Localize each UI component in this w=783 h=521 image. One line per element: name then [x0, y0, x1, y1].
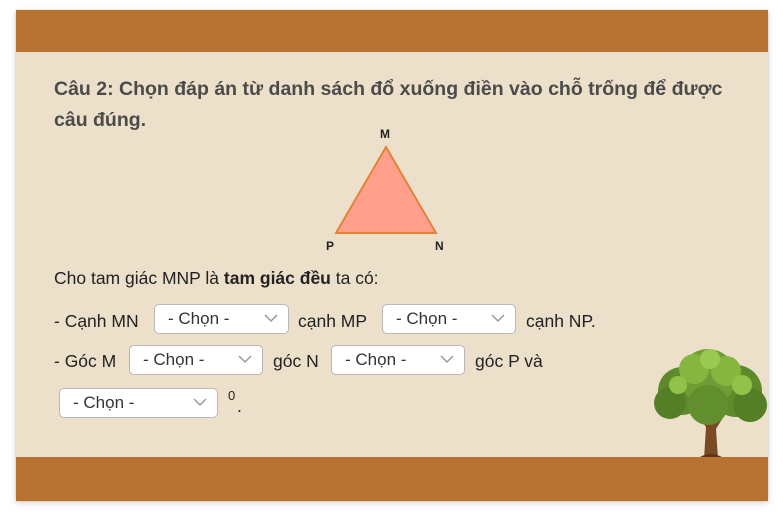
line2-label-p: góc P và: [475, 351, 543, 371]
chevron-down-icon: [193, 398, 207, 407]
statement-suffix: ta có:: [330, 268, 379, 288]
dropdown-value: - Chọn -: [168, 309, 230, 328]
dropdown-angle-value[interactable]: - Chọn -: [59, 388, 218, 418]
line2-label-m: - Góc M: [54, 351, 117, 371]
quiz-card: Câu 2: Chọn đáp án từ danh sách đổ xuống…: [16, 10, 768, 501]
chevron-down-icon: [264, 314, 278, 323]
line1-label-np: cạnh NP.: [526, 311, 596, 331]
dropdown-value: - Chọn -: [345, 350, 407, 369]
triangle-shape: [334, 145, 438, 234]
dropdown-mp-np[interactable]: - Chọn -: [382, 304, 516, 334]
bottom-banner: [16, 457, 768, 501]
line3-period: .: [237, 396, 242, 416]
vertex-label-p: P: [326, 239, 335, 253]
line1-label-mp: cạnh MP: [298, 311, 368, 331]
triangle-figure: M P N: [316, 125, 466, 255]
chevron-down-icon: [491, 314, 505, 323]
dropdown-value: - Chọn -: [143, 350, 205, 369]
tree-icon: [654, 349, 767, 459]
line2-label-n: góc N: [273, 351, 319, 371]
chevron-down-icon: [238, 355, 252, 364]
vertex-label-m: M: [380, 127, 390, 141]
dropdown-mn-mp[interactable]: - Chọn -: [154, 304, 289, 334]
vertex-label-n: N: [435, 239, 444, 253]
statement-bold: tam giác đều: [223, 268, 331, 288]
dropdown-angle-m-n[interactable]: - Chọn -: [129, 345, 263, 375]
top-banner: [16, 10, 768, 52]
dropdown-value: - Chọn -: [396, 309, 458, 328]
dropdown-value: - Chọn -: [73, 393, 135, 412]
line1-label-mn: - Cạnh MN: [54, 311, 139, 331]
statement-prefix: Cho tam giác MNP là: [54, 268, 224, 288]
statement-line: Cho tam giác MNP là tam giác đều ta có:: [54, 268, 379, 289]
degree-superscript: 0: [228, 388, 236, 403]
dropdown-angle-n-p[interactable]: - Chọn -: [331, 345, 465, 375]
chevron-down-icon: [440, 355, 454, 364]
